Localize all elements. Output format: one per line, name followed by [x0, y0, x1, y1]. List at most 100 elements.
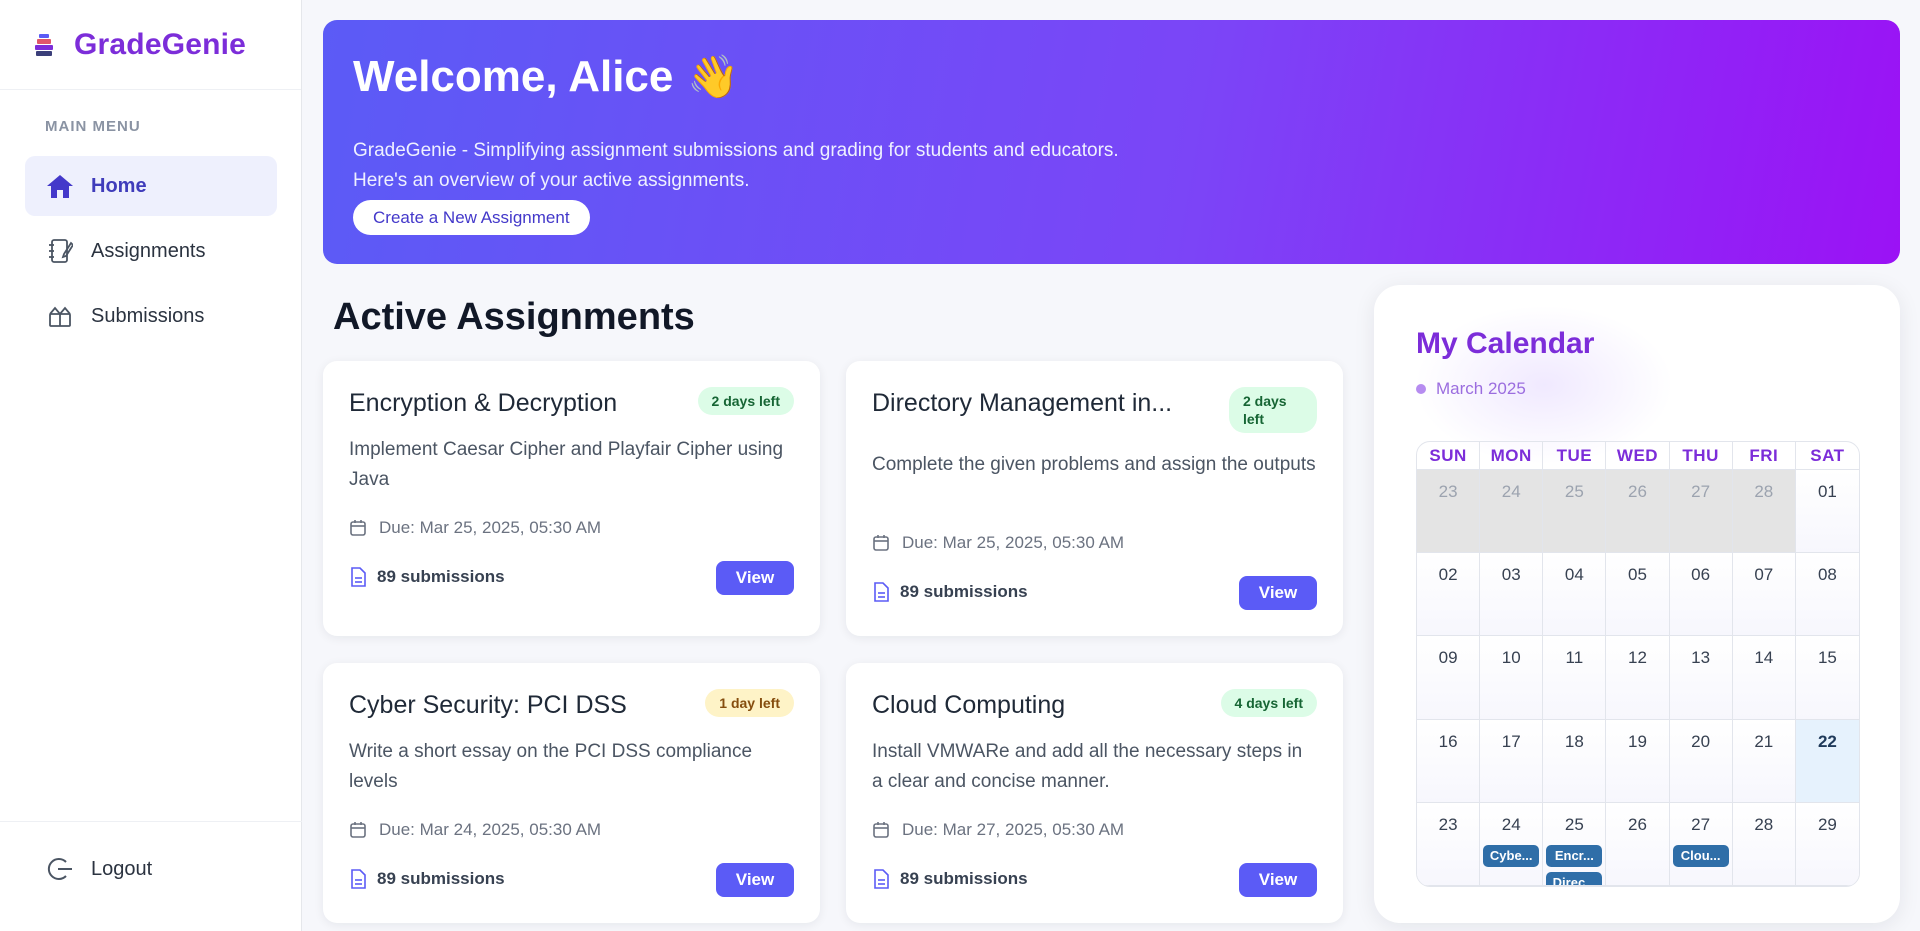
day-number: 23 [1438, 482, 1458, 501]
due-date: Due: Mar 25, 2025, 05:30 AM [872, 533, 1124, 553]
day-number: 24 [1501, 814, 1521, 834]
calendar-day[interactable]: 13 [1669, 636, 1733, 720]
calendar-event[interactable]: Direc... [1546, 871, 1603, 885]
notebook-icon [45, 236, 75, 266]
day-number: 14 [1754, 648, 1774, 668]
calendar-day[interactable]: 21 [1732, 719, 1796, 803]
calendar-day[interactable]: 04 [1543, 553, 1607, 637]
calendar-event[interactable]: Encr... [1546, 844, 1603, 867]
calendar-day[interactable]: 27 [1669, 470, 1733, 554]
brand[interactable]: GradeGenie [0, 0, 301, 90]
weekday-header: THU [1669, 442, 1733, 470]
calendar-day[interactable]: 09 [1417, 636, 1481, 720]
due-text: Due: Mar 25, 2025, 05:30 AM [379, 518, 602, 537]
calendar-day[interactable]: 18 [1543, 719, 1607, 803]
assignment-title: Cyber Security: PCI DSS [349, 691, 627, 719]
day-number: 17 [1501, 731, 1521, 751]
calendar-grid: SUN MON TUE WED THU FRI SAT 23 24 25 26 27 28 01 02 03 0… [1416, 441, 1860, 887]
calendar-day[interactable]: 15 [1795, 636, 1859, 720]
weekday-header: TUE [1543, 442, 1607, 470]
calendar-day[interactable]: 25 Encr... Direc... [1543, 802, 1607, 886]
day-number: 19 [1628, 731, 1647, 751]
calendar-day[interactable]: 28 [1732, 802, 1796, 886]
day-number: 18 [1564, 731, 1584, 751]
calendar-day[interactable]: 05 [1606, 553, 1670, 637]
submission-count: 89 submissions [349, 567, 505, 587]
welcome-text: Welcome, Alice [353, 52, 674, 101]
view-button[interactable]: View [716, 863, 794, 897]
deadline-badge: 1 day left [705, 689, 794, 717]
calendar-day[interactable]: 10 [1480, 636, 1544, 720]
deadline-badge: 2 days left [697, 387, 794, 415]
calendar-day[interactable]: 23 [1417, 470, 1481, 554]
calendar-day[interactable]: 22 [1795, 719, 1859, 803]
calendar-day[interactable]: 25 [1543, 470, 1607, 554]
calendar-day[interactable]: 03 [1480, 553, 1544, 637]
calendar-day[interactable]: 24 Cybe... [1480, 802, 1544, 886]
sidebar-footer: Logout [0, 821, 302, 931]
calendar-day[interactable]: 23 [1417, 802, 1481, 886]
day-number: 05 [1628, 565, 1647, 585]
submissions-text: 89 submissions [377, 567, 505, 586]
calendar-day[interactable]: 08 [1795, 553, 1859, 637]
submissions-text: 89 submissions [377, 869, 505, 888]
calendar-day[interactable]: 17 [1480, 719, 1544, 803]
welcome-banner: Welcome, Alice 👋 GradeGenie - Simplifyin… [323, 20, 1900, 264]
assignment-card: Encryption & Decryption 2 days left Impl… [323, 361, 820, 636]
sidebar-item-submissions[interactable]: Submissions [25, 286, 277, 346]
brand-name: GradeGenie [74, 27, 247, 61]
assignment-title: Directory Management in... [872, 389, 1173, 417]
calendar-icon [349, 821, 367, 839]
home-icon [45, 171, 75, 201]
calendar-day[interactable]: 07 [1732, 553, 1796, 637]
day-number: 09 [1438, 648, 1458, 668]
calendar-day[interactable]: 26 [1606, 802, 1670, 886]
view-button[interactable]: View [1239, 863, 1317, 897]
due-text: Due: Mar 24, 2025, 05:30 AM [379, 820, 602, 839]
calendar-day[interactable]: 11 [1543, 636, 1607, 720]
calendar-day[interactable]: 16 [1417, 719, 1481, 803]
day-number: 26 [1628, 814, 1647, 834]
calendar-day[interactable]: 29 [1795, 802, 1859, 886]
sidebar-item-home[interactable]: Home [25, 156, 277, 216]
submissions-text: 89 submissions [900, 869, 1028, 888]
day-number: 28 [1754, 814, 1774, 834]
sidebar-item-label: Home [91, 174, 147, 197]
sidebar: GradeGenie MAIN MENU Home Assignments Su… [0, 0, 302, 931]
view-button[interactable]: View [1239, 576, 1317, 610]
calendar-day[interactable]: 06 [1669, 553, 1733, 637]
sidebar-item-assignments[interactable]: Assignments [25, 221, 277, 281]
calendar-day[interactable]: 27 Clou... [1669, 802, 1733, 886]
day-number: 27 [1691, 814, 1711, 834]
calendar-event[interactable]: Cybe... [1483, 844, 1540, 867]
day-number: 01 [1817, 482, 1837, 501]
weekday-header: MON [1480, 442, 1544, 470]
calendar-day[interactable]: 19 [1606, 719, 1670, 803]
calendar-event[interactable]: Clou... [1672, 844, 1729, 867]
logout-icon [45, 854, 75, 884]
document-icon [872, 869, 890, 889]
day-number: 23 [1438, 814, 1458, 834]
calendar-day[interactable]: 02 [1417, 553, 1481, 637]
view-button[interactable]: View [716, 561, 794, 595]
calendar-day[interactable]: 20 [1669, 719, 1733, 803]
submission-count: 89 submissions [872, 582, 1028, 602]
calendar-day[interactable]: 26 [1606, 470, 1670, 554]
document-icon [349, 567, 367, 587]
calendar-icon [349, 519, 367, 537]
logout-button[interactable]: Logout [45, 854, 152, 884]
assignment-description: Install VMWARe and add all the necessary… [872, 741, 1303, 792]
assignment-card: Cloud Computing 4 days left Install VMWA… [846, 663, 1343, 923]
due-date: Due: Mar 25, 2025, 05:30 AM [349, 518, 601, 538]
calendar-day[interactable]: 01 [1795, 470, 1859, 554]
calendar-day[interactable]: 14 [1732, 636, 1796, 720]
calendar-title: My Calendar [1416, 327, 1595, 360]
due-text: Due: Mar 27, 2025, 05:30 AM [902, 820, 1125, 839]
day-number: 24 [1501, 482, 1521, 501]
calendar-icon [872, 821, 890, 839]
calendar-day[interactable]: 28 [1732, 470, 1796, 554]
calendar-day[interactable]: 24 [1480, 470, 1544, 554]
day-number: 06 [1691, 565, 1711, 585]
calendar-day[interactable]: 12 [1606, 636, 1670, 720]
create-assignment-button[interactable]: Create a New Assignment [353, 200, 590, 235]
